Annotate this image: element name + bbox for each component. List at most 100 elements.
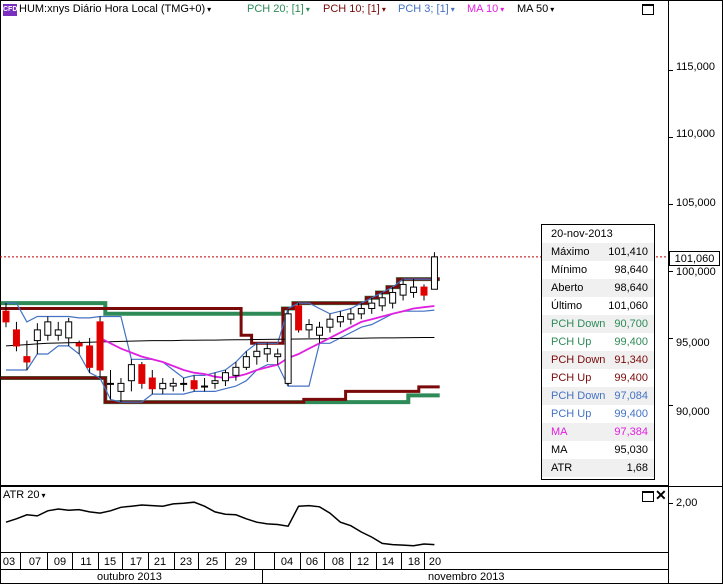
tooltip-value: 99,400 <box>614 336 648 348</box>
tooltip-row: MA 97,384 <box>542 423 654 441</box>
candle-body <box>420 286 428 296</box>
symbol-label: HUM:xnys Diário Hora Local (TMG+0) <box>19 3 206 15</box>
candle-body <box>54 329 62 336</box>
date-tick-label: 29 <box>234 556 248 568</box>
tooltip-key: Aberto <box>551 282 584 294</box>
close-subpane-icon[interactable]: ✕ <box>655 487 667 504</box>
month-label-october: outubro 2013 <box>97 571 162 583</box>
candle-body <box>305 324 313 331</box>
tooltip-value: 98,640 <box>614 264 648 276</box>
price-tick-label: 115,000 <box>676 61 715 73</box>
date-tick-label: 08 <box>331 556 345 568</box>
candle-body <box>430 256 438 290</box>
date-tick-label: 25 <box>205 556 219 568</box>
candle-body <box>180 382 188 385</box>
candle-body <box>295 305 303 331</box>
candle-body <box>316 326 323 336</box>
indicator-pch20[interactable]: PCH 20; [1] ▾ <box>247 3 310 15</box>
atr-label: ATR 20 <box>3 489 40 501</box>
date-tick-label: 03 <box>2 556 16 568</box>
date-tick-label: 14 <box>381 556 395 568</box>
tooltip-key: PCH Down <box>551 318 606 330</box>
tooltip-key: PCH Up <box>551 408 592 420</box>
atr-tick-label: 2,00 <box>676 497 698 509</box>
chevron-down-icon: ▾ <box>207 5 212 14</box>
tooltip-value: 99,400 <box>614 408 648 420</box>
tooltip-row: Máximo 101,410 <box>542 243 654 261</box>
candle-body <box>12 329 20 347</box>
chevron-down-icon: ▾ <box>550 5 555 14</box>
candle-body <box>410 286 418 293</box>
chevron-down-icon: ▾ <box>381 5 386 14</box>
candle-body <box>389 291 397 304</box>
tooltip-row: Mínimo 98,640 <box>542 261 654 279</box>
tooltip-row: MA 95,030 <box>542 441 654 459</box>
tooltip-key: PCH Up <box>551 336 592 348</box>
tooltip-value: 91,340 <box>614 354 648 366</box>
tooltip-value: 97,384 <box>614 426 648 438</box>
chevron-down-icon: ▾ <box>305 5 310 14</box>
date-tick-label: 23 <box>179 556 193 568</box>
tooltip-value: 98,640 <box>614 282 648 294</box>
indicator-pch3[interactable]: PCH 3; [1] ▾ <box>398 3 455 15</box>
atr-line <box>5 501 435 547</box>
maximize-pane-icon[interactable] <box>642 4 654 15</box>
symbol-title[interactable]: HUM:xnys Diário Hora Local (TMG+0) ▾ <box>19 3 211 15</box>
indicator-ma10-label: MA 10 <box>467 3 499 15</box>
candle-body <box>336 316 344 323</box>
price-tick-label: 100,000 <box>676 266 716 278</box>
date-tick-label: 07 <box>28 556 42 568</box>
date-tick-label: 15 <box>103 556 117 568</box>
indicator-ma10[interactable]: MA 10 ▾ <box>467 3 504 15</box>
tooltip-value: 101,060 <box>608 300 648 312</box>
month-label-november: novembro 2013 <box>428 571 505 583</box>
tooltip-row: Aberto 98,640 <box>542 279 654 297</box>
candle-body <box>96 321 104 371</box>
tooltip-key: PCH Down <box>551 354 606 366</box>
indicator-pch3-label: PCH 3; [1] <box>398 3 449 15</box>
candle-body <box>399 283 407 296</box>
candle-body <box>127 364 135 382</box>
tooltip-value: 101,410 <box>608 246 648 258</box>
candle-body <box>148 377 156 390</box>
maximize-subpane-icon[interactable] <box>642 491 654 502</box>
tooltip-row: ATR 1,68 <box>542 459 654 477</box>
tooltip-row: Último 101,060 <box>542 297 654 315</box>
indicator-pch10[interactable]: PCH 10; [1] ▾ <box>323 3 386 15</box>
price-tick-label: 105,000 <box>676 197 716 209</box>
current-price-tag: 101,060 <box>669 251 720 266</box>
tooltip-value: 99,400 <box>614 372 648 384</box>
candle-body <box>23 356 31 363</box>
indicator-ma50[interactable]: MA 50 ▾ <box>517 3 554 15</box>
tooltip-key: ATR <box>551 462 573 474</box>
date-tick-label: 21 <box>153 556 167 568</box>
price-tick-label: 95,000 <box>676 337 710 349</box>
tooltip-value: 95,030 <box>614 444 648 456</box>
tooltip-row: PCH Up 99,400 <box>542 405 654 423</box>
indicator-pch10-label: PCH 10; [1] <box>323 3 380 15</box>
chevron-down-icon: ▾ <box>500 5 505 14</box>
date-tick-label: 20 <box>428 556 442 568</box>
tooltip-row: PCH Up 99,400 <box>542 369 654 387</box>
candle-body <box>263 348 271 355</box>
tooltip-key: Máximo <box>551 246 590 258</box>
chevron-down-icon: ▾ <box>41 491 46 500</box>
candle-body <box>44 321 52 336</box>
candle-body <box>33 329 41 342</box>
candle-body <box>201 385 209 388</box>
candle-body <box>159 382 167 390</box>
atr-indicator-label[interactable]: ATR 20 ▾ <box>3 489 46 501</box>
candle-body <box>274 353 282 358</box>
ohlc-tooltip: 20-nov-2013 Máximo 101,410 Mínimo 98,640 Abe… <box>541 224 655 480</box>
tooltip-date: 20-nov-2013 <box>551 228 613 240</box>
candle-body <box>347 313 355 320</box>
tooltip-value: 90,700 <box>614 318 648 330</box>
date-tick-label: 17 <box>129 556 143 568</box>
ma50-line <box>5 337 435 347</box>
candle-body <box>221 372 229 382</box>
candle-body <box>117 382 125 392</box>
tooltip-row: PCH Down 97,084 <box>542 387 654 405</box>
candle-body <box>326 318 334 328</box>
tooltip-row: PCH Down 90,700 <box>542 315 654 333</box>
candle-body <box>242 356 250 368</box>
